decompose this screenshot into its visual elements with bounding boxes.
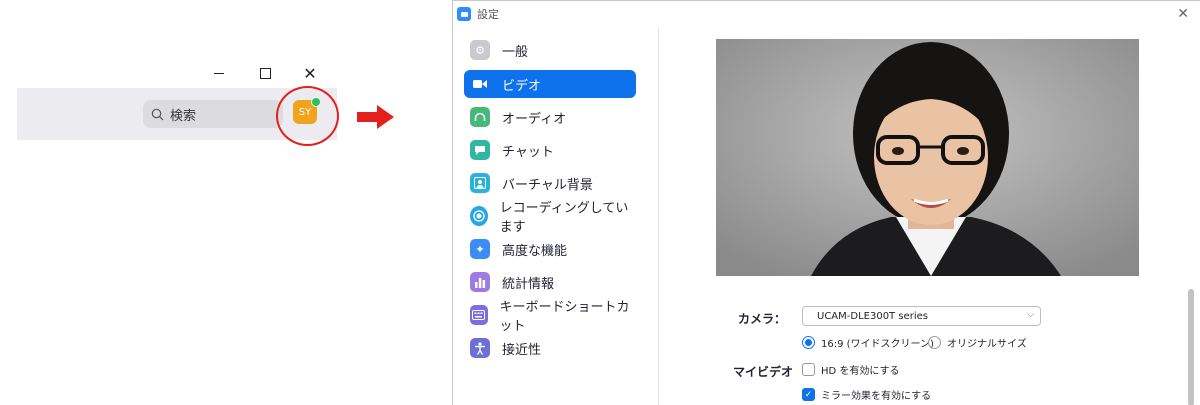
chat-bubble-icon xyxy=(470,140,490,160)
search-placeholder: 検索 xyxy=(170,108,197,124)
my-video-label: マイビデオ xyxy=(733,365,794,379)
settings-window: 設定 ✕ ⚙ 一般 ビデオ オーディオ チャット バーチャル背景 レコーディング… xyxy=(452,0,1200,405)
camera-select-value: UCAM-DLE300T series xyxy=(817,310,928,322)
right-arrow-icon xyxy=(357,105,394,129)
maximize-button[interactable] xyxy=(254,62,276,84)
nav-item-general[interactable]: ⚙ 一般 xyxy=(464,36,636,64)
camera-preview-image xyxy=(716,39,1139,276)
accessibility-icon xyxy=(470,338,490,358)
settings-titlebar: 設定 ✕ xyxy=(453,1,1200,27)
settings-title: 設定 xyxy=(477,8,499,21)
ratio-original-option[interactable]: オリジナルサイズ xyxy=(928,335,1027,350)
settings-sidebar: ⚙ 一般 ビデオ オーディオ チャット バーチャル背景 レコーディングしています… xyxy=(453,27,659,405)
nav-label: オーディオ xyxy=(502,111,567,127)
gear-icon: ⚙ xyxy=(470,40,490,60)
nav-item-audio[interactable]: オーディオ xyxy=(464,103,636,131)
settings-close-button[interactable]: ✕ xyxy=(1177,6,1189,22)
nav-label: 接近性 xyxy=(502,342,542,358)
hd-checkbox[interactable] xyxy=(802,363,815,376)
radio-label: 16:9 (ワイドスクリーン) xyxy=(821,339,934,350)
nav-item-virtual-background[interactable]: バーチャル背景 xyxy=(464,169,636,197)
ratio-widescreen-option[interactable]: 16:9 (ワイドスクリーン) xyxy=(802,335,934,350)
nav-item-recording[interactable]: レコーディングしています xyxy=(464,201,636,235)
nav-item-video[interactable]: ビデオ xyxy=(464,70,636,98)
headphones-icon xyxy=(470,107,490,127)
mirror-option[interactable]: ✓ ミラー効果を有効にする xyxy=(802,387,931,402)
nav-item-advanced[interactable]: ✦ 高度な機能 xyxy=(464,235,636,263)
bar-chart-icon xyxy=(470,272,490,292)
nav-label: バーチャル背景 xyxy=(502,177,593,193)
mirror-checkbox[interactable]: ✓ xyxy=(802,388,815,401)
chevron-down-icon: ⌵ xyxy=(1027,310,1034,320)
minimize-button[interactable] xyxy=(208,62,230,84)
radio-widescreen[interactable] xyxy=(802,336,815,349)
camera-label: カメラ： xyxy=(738,312,787,326)
search-input[interactable]: 検索 xyxy=(143,100,283,128)
checkbox-label: HD を有効にする xyxy=(821,366,900,377)
search-icon xyxy=(151,108,164,120)
nav-label: 一般 xyxy=(502,44,529,60)
settings-scrollbar[interactable] xyxy=(1188,289,1194,405)
record-icon xyxy=(470,206,488,226)
sparkle-icon: ✦ xyxy=(470,239,490,259)
nav-item-accessibility[interactable]: 接近性 xyxy=(464,334,636,362)
zoom-logo-icon xyxy=(457,7,471,21)
keyboard-icon xyxy=(470,305,488,325)
nav-label: レコーディングしています xyxy=(499,201,629,235)
camera-preview xyxy=(716,39,1139,276)
camera-select[interactable]: UCAM-DLE300T series ⌵ xyxy=(802,306,1041,326)
nav-label: ビデオ xyxy=(502,78,542,94)
nav-item-statistics[interactable]: 統計情報 xyxy=(464,268,636,296)
screenshot-stage: ✕ 検索 SY 設定 ✕ ⚙ 一般 ビデオ オーディオ チャット バーチャル背景… xyxy=(0,0,1200,405)
window-controls: ✕ xyxy=(205,62,330,84)
nav-label: キーボードショートカット xyxy=(499,300,630,334)
hd-option[interactable]: HD を有効にする xyxy=(802,362,900,377)
nav-label: 統計情報 xyxy=(502,276,555,292)
checkbox-label: ミラー効果を有効にする xyxy=(821,391,932,402)
nav-item-chat[interactable]: チャット xyxy=(464,136,636,164)
nav-label: チャット xyxy=(502,144,554,160)
nav-item-keyboard-shortcuts[interactable]: キーボードショートカット xyxy=(464,300,636,334)
radio-label: オリジナルサイズ xyxy=(947,339,1027,350)
close-button[interactable]: ✕ xyxy=(299,62,321,84)
radio-original[interactable] xyxy=(928,336,941,349)
highlight-circle xyxy=(276,86,339,146)
nav-label: 高度な機能 xyxy=(502,243,568,259)
person-background-icon xyxy=(470,173,490,193)
video-camera-icon xyxy=(470,74,490,94)
